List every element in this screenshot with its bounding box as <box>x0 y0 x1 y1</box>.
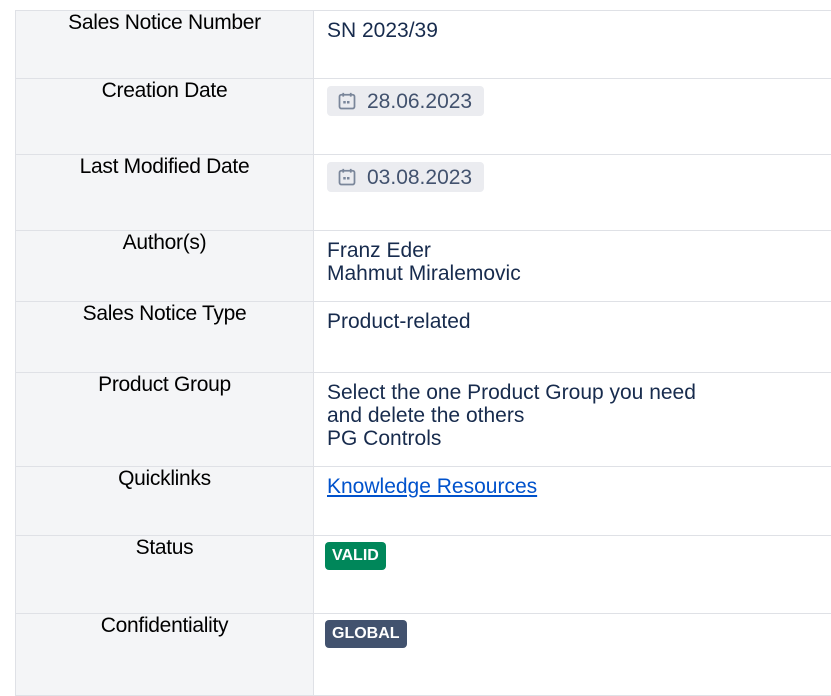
creation-date-lozenge[interactable]: 28.06.2023 <box>327 86 484 116</box>
row-key-label: Last Modified Date <box>16 155 313 178</box>
key-cell: Status <box>16 536 314 614</box>
row-authors: Author(s) Franz Eder Mahmut Miralemovic <box>16 231 831 302</box>
knowledge-resources-link[interactable]: Knowledge Resources <box>327 475 537 498</box>
value-cell: Knowledge Resources <box>314 467 831 536</box>
value-cell: Product-related <box>314 302 831 373</box>
product-group-instruction: and delete the others <box>327 404 831 427</box>
value-cell: 28.06.2023 <box>314 79 831 155</box>
row-key-label: Product Group <box>16 373 313 396</box>
sales-notice-number-value: SN 2023/39 <box>314 11 831 42</box>
row-key-label: Status <box>16 536 313 559</box>
row-confidentiality: Confidentiality GLOBAL <box>16 614 831 696</box>
key-cell: Sales Notice Type <box>16 302 314 373</box>
last-modified-date-value: 03.08.2023 <box>367 166 472 189</box>
row-key-label: Sales Notice Number <box>16 11 313 34</box>
row-last-modified-date: Last Modified Date 03.08.2023 <box>16 155 831 231</box>
author-name: Mahmut Miralemovic <box>327 262 831 285</box>
row-key-label: Quicklinks <box>16 467 313 490</box>
row-product-group: Product Group Select the one Product Gro… <box>16 373 831 467</box>
row-key-label: Creation Date <box>16 79 313 102</box>
row-quicklinks: Quicklinks Knowledge Resources <box>16 467 831 536</box>
key-cell: Creation Date <box>16 79 314 155</box>
key-cell: Confidentiality <box>16 614 314 696</box>
confidentiality-badge: GLOBAL <box>325 620 407 648</box>
row-key-label: Confidentiality <box>16 614 313 637</box>
value-cell: VALID <box>314 536 831 614</box>
row-sales-notice-type: Sales Notice Type Product-related <box>16 302 831 373</box>
value-cell: Select the one Product Group you need an… <box>314 373 831 467</box>
key-cell: Last Modified Date <box>16 155 314 231</box>
creation-date-value: 28.06.2023 <box>367 90 472 113</box>
row-sales-notice-number: Sales Notice Number SN 2023/39 <box>16 11 831 79</box>
row-status: Status VALID <box>16 536 831 614</box>
row-creation-date: Creation Date 28.06.2023 <box>16 79 831 155</box>
author-name: Franz Eder <box>327 239 831 262</box>
product-group-instruction: Select the one Product Group you need <box>327 381 831 404</box>
key-cell: Sales Notice Number <box>16 11 314 79</box>
value-cell: SN 2023/39 <box>314 11 831 79</box>
value-cell: GLOBAL <box>314 614 831 696</box>
key-cell: Product Group <box>16 373 314 467</box>
row-key-label: Sales Notice Type <box>16 302 313 325</box>
value-cell: Franz Eder Mahmut Miralemovic <box>314 231 831 302</box>
status-badge: VALID <box>325 542 386 570</box>
calendar-icon <box>337 167 357 187</box>
sales-notice-type-value: Product-related <box>314 302 831 333</box>
page-properties-table: Sales Notice Number SN 2023/39 Creation … <box>15 10 831 696</box>
last-modified-date-lozenge[interactable]: 03.08.2023 <box>327 162 484 192</box>
row-key-label: Author(s) <box>16 231 313 254</box>
calendar-icon <box>337 91 357 111</box>
key-cell: Author(s) <box>16 231 314 302</box>
value-cell: 03.08.2023 <box>314 155 831 231</box>
product-group-value: PG Controls <box>327 427 831 450</box>
key-cell: Quicklinks <box>16 467 314 536</box>
